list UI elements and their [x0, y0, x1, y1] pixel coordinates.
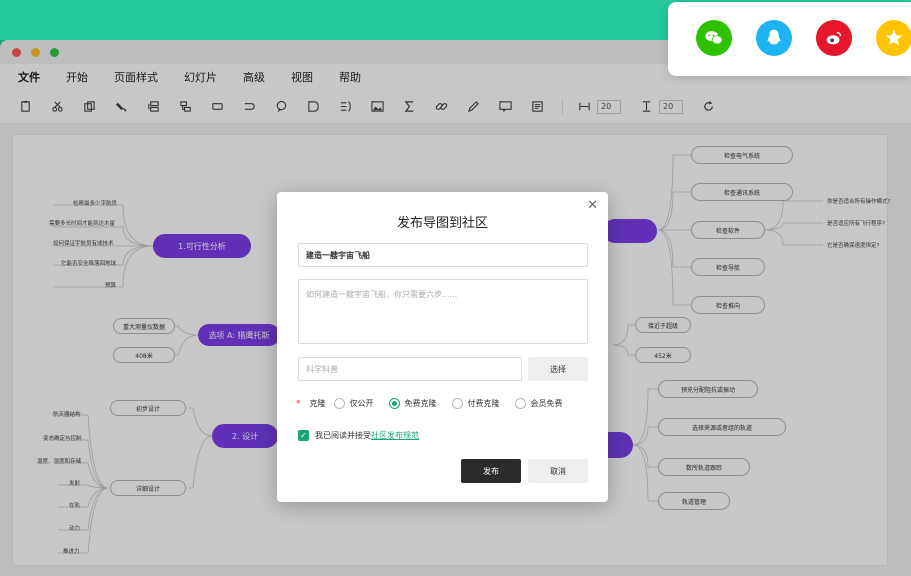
radio-paid-clone[interactable]	[451, 398, 463, 409]
map-title-input[interactable]: 建造一艘宇宙飞船	[298, 243, 588, 267]
category-input[interactable]: 科学科普	[298, 357, 522, 381]
description-textarea[interactable]: 如何建造一艘宇宙飞船，你只需要六步......	[298, 279, 588, 344]
agree-text: 我已阅读并接受	[315, 431, 371, 440]
select-category-button[interactable]: 选择	[528, 357, 588, 381]
radio-member-free[interactable]	[514, 398, 526, 409]
qzone-icon[interactable]	[876, 20, 911, 56]
required-mark: *	[296, 398, 301, 409]
radio-label-public-only[interactable]: 仅公开	[350, 398, 374, 409]
clone-label: 克隆	[309, 399, 326, 408]
community-rules-link[interactable]: 社区发布规范	[371, 430, 419, 441]
radio-label-member-free[interactable]: 会员免费	[531, 398, 563, 409]
dialog-title: 发布导图到社区	[396, 216, 488, 231]
publish-button[interactable]: 发布	[461, 459, 521, 483]
agree-checkbox[interactable]: ✓	[298, 430, 309, 441]
share-bar	[668, 2, 911, 76]
radio-public-only[interactable]	[333, 398, 345, 409]
radio-label-free-clone[interactable]: 免费克隆	[405, 398, 437, 409]
weibo-icon[interactable]	[816, 20, 852, 56]
agreement-row: ✓ 我已阅读并接受 社区发布规范	[298, 430, 419, 441]
qq-icon[interactable]	[756, 20, 792, 56]
cancel-button[interactable]: 取消	[528, 459, 588, 483]
radio-label-paid-clone[interactable]: 付费克隆	[468, 398, 500, 409]
publish-dialog: 发布导图到社区 ✕ 建造一艘宇宙飞船 如何建造一艘宇宙飞船，你只需要六步....…	[277, 192, 608, 502]
radio-free-clone[interactable]	[388, 398, 400, 409]
wechat-icon[interactable]	[696, 20, 732, 56]
close-icon[interactable]: ✕	[587, 198, 598, 213]
clone-options: * 克隆 仅公开 免费克隆 付费克隆 会员免费	[296, 398, 578, 409]
